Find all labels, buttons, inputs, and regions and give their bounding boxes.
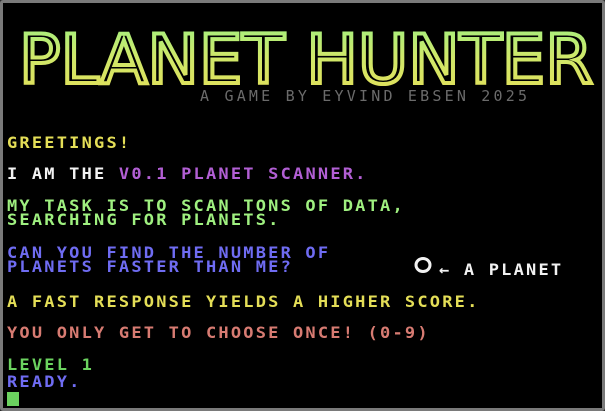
ready-prompt: READY. — [7, 373, 82, 392]
intro-prefix: I AM THE — [7, 165, 119, 184]
greetings-line: GREETINGS! — [7, 134, 132, 153]
game-credits: A GAME BY EYVIND EBSEN 2025 — [200, 87, 531, 105]
intro-line: I AM THE V0.1 PLANET SCANNER. — [7, 167, 368, 183]
game-title-logo: PLANET HUNTER — [17, 21, 595, 91]
c64-screen: PLANET HUNTER A GAME BY EYVIND EBSEN 202… — [0, 0, 605, 411]
block-cursor[interactable] — [7, 392, 19, 406]
planet-circle-icon — [414, 257, 432, 273]
level-line: LEVEL 1 — [7, 356, 95, 375]
task-line-2: SEARCHING FOR PLANETS. — [7, 211, 281, 230]
challenge-line-2: PLANETS FASTER THAN ME? — [7, 258, 294, 277]
fast-response-line: A FAST RESPONSE YIELDS A HIGHER SCORE. — [7, 293, 480, 312]
game-title: PLANET HUNTER — [19, 21, 593, 91]
planet-legend: ← A PLANET — [439, 261, 564, 280]
choose-once-line: YOU ONLY GET TO CHOOSE ONCE! (0-9) — [7, 324, 430, 343]
scanner-version: V0.1 PLANET SCANNER. — [118, 165, 368, 184]
